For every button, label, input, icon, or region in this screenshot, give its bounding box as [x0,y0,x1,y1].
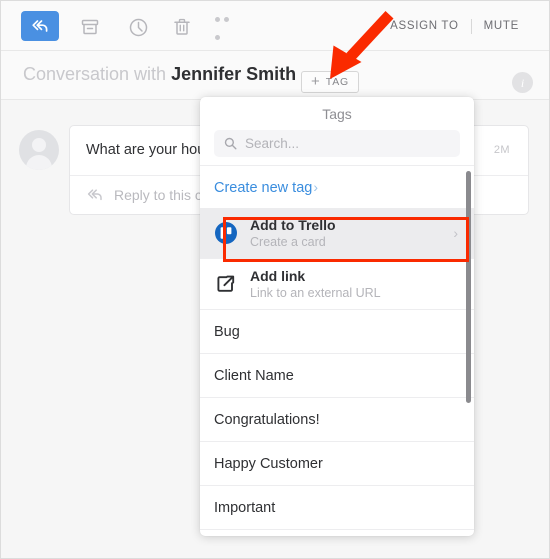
add-to-trello-title: Add to Trello [250,216,336,233]
vertical-scrollbar[interactable] [466,171,471,403]
clock-icon [128,17,149,38]
conversation-toolbar: ASSIGN TO MUTE [1,1,549,51]
create-new-tag-link[interactable]: Create new tag › [214,179,318,196]
tag-label: Client Name [214,367,294,384]
plus-icon: + [311,73,320,90]
list-item-add-link[interactable]: Add link Link to an external URL [200,259,474,310]
contact-name: Jennifer Smith [171,64,297,84]
add-tag-label: TAG [325,76,349,88]
toolbar-actions: ASSIGN TO MUTE [378,1,531,51]
list-item-tag[interactable]: Bug [200,310,474,354]
reply-all-icon [30,18,50,34]
list-item-tag[interactable]: Important [200,486,474,530]
app-window: ASSIGN TO MUTE Conversation with Jennife… [0,0,550,559]
assign-to-button[interactable]: ASSIGN TO [378,20,471,32]
chevron-right-icon: › [453,225,458,241]
add-link-subtitle: Link to an external URL [250,285,381,300]
add-link-title: Add link [250,267,306,284]
add-link-text: Add link Link to an external URL [250,268,460,301]
conversation-header: Conversation with Jennifer Smith [1,51,549,100]
trash-icon [172,17,192,37]
tag-label: Bug [214,323,240,340]
tags-dropdown-list: Create new tag › Add to Trello Create a c… [200,166,474,536]
conversation-prefix: Conversation with [23,64,167,84]
external-link-icon [214,272,238,296]
add-to-trello-subtitle: Create a card [250,234,326,249]
more-options-button[interactable] [213,17,239,40]
tags-dropdown-header: Tags Search... [200,97,474,166]
create-new-tag-row[interactable]: Create new tag › [200,166,474,208]
tag-label: Congratulations! [214,411,320,428]
trello-icon [214,221,238,245]
add-tag-button[interactable]: + TAG [301,71,359,93]
page-title: Conversation with Jennifer Smith [23,64,296,85]
info-icon[interactable]: i [512,72,533,93]
avatar [19,130,59,170]
list-item-add-to-trello[interactable]: Add to Trello Create a card › [200,208,474,259]
add-to-trello-text: Add to Trello Create a card [250,217,441,250]
tag-search-placeholder: Search... [245,136,300,151]
tag-label: Happy Customer [214,455,323,472]
snooze-button[interactable] [127,16,149,38]
tags-dropdown-title: Tags [322,106,352,122]
reply-all-button[interactable] [21,11,59,41]
archive-button[interactable] [79,16,101,38]
create-new-tag-label: Create new tag [214,179,313,196]
tag-search-field[interactable]: Search... [214,130,460,157]
archive-icon [80,17,100,37]
tag-label: Important [214,499,276,516]
list-item-tag[interactable]: Client Name [200,354,474,398]
search-icon [224,137,237,150]
list-item-tag[interactable]: Happy Customer [200,442,474,486]
mute-button[interactable]: MUTE [472,20,531,32]
delete-button[interactable] [171,16,193,38]
chevron-right-icon: › [313,178,319,195]
more-horizontal-icon [213,9,239,45]
reply-icon [86,188,104,202]
tags-dropdown-panel: Tags Search... Create new tag › Add to T… [200,97,474,536]
list-item-tag[interactable]: Congratulations! [200,398,474,442]
message-timestamp: 2M [493,144,510,156]
